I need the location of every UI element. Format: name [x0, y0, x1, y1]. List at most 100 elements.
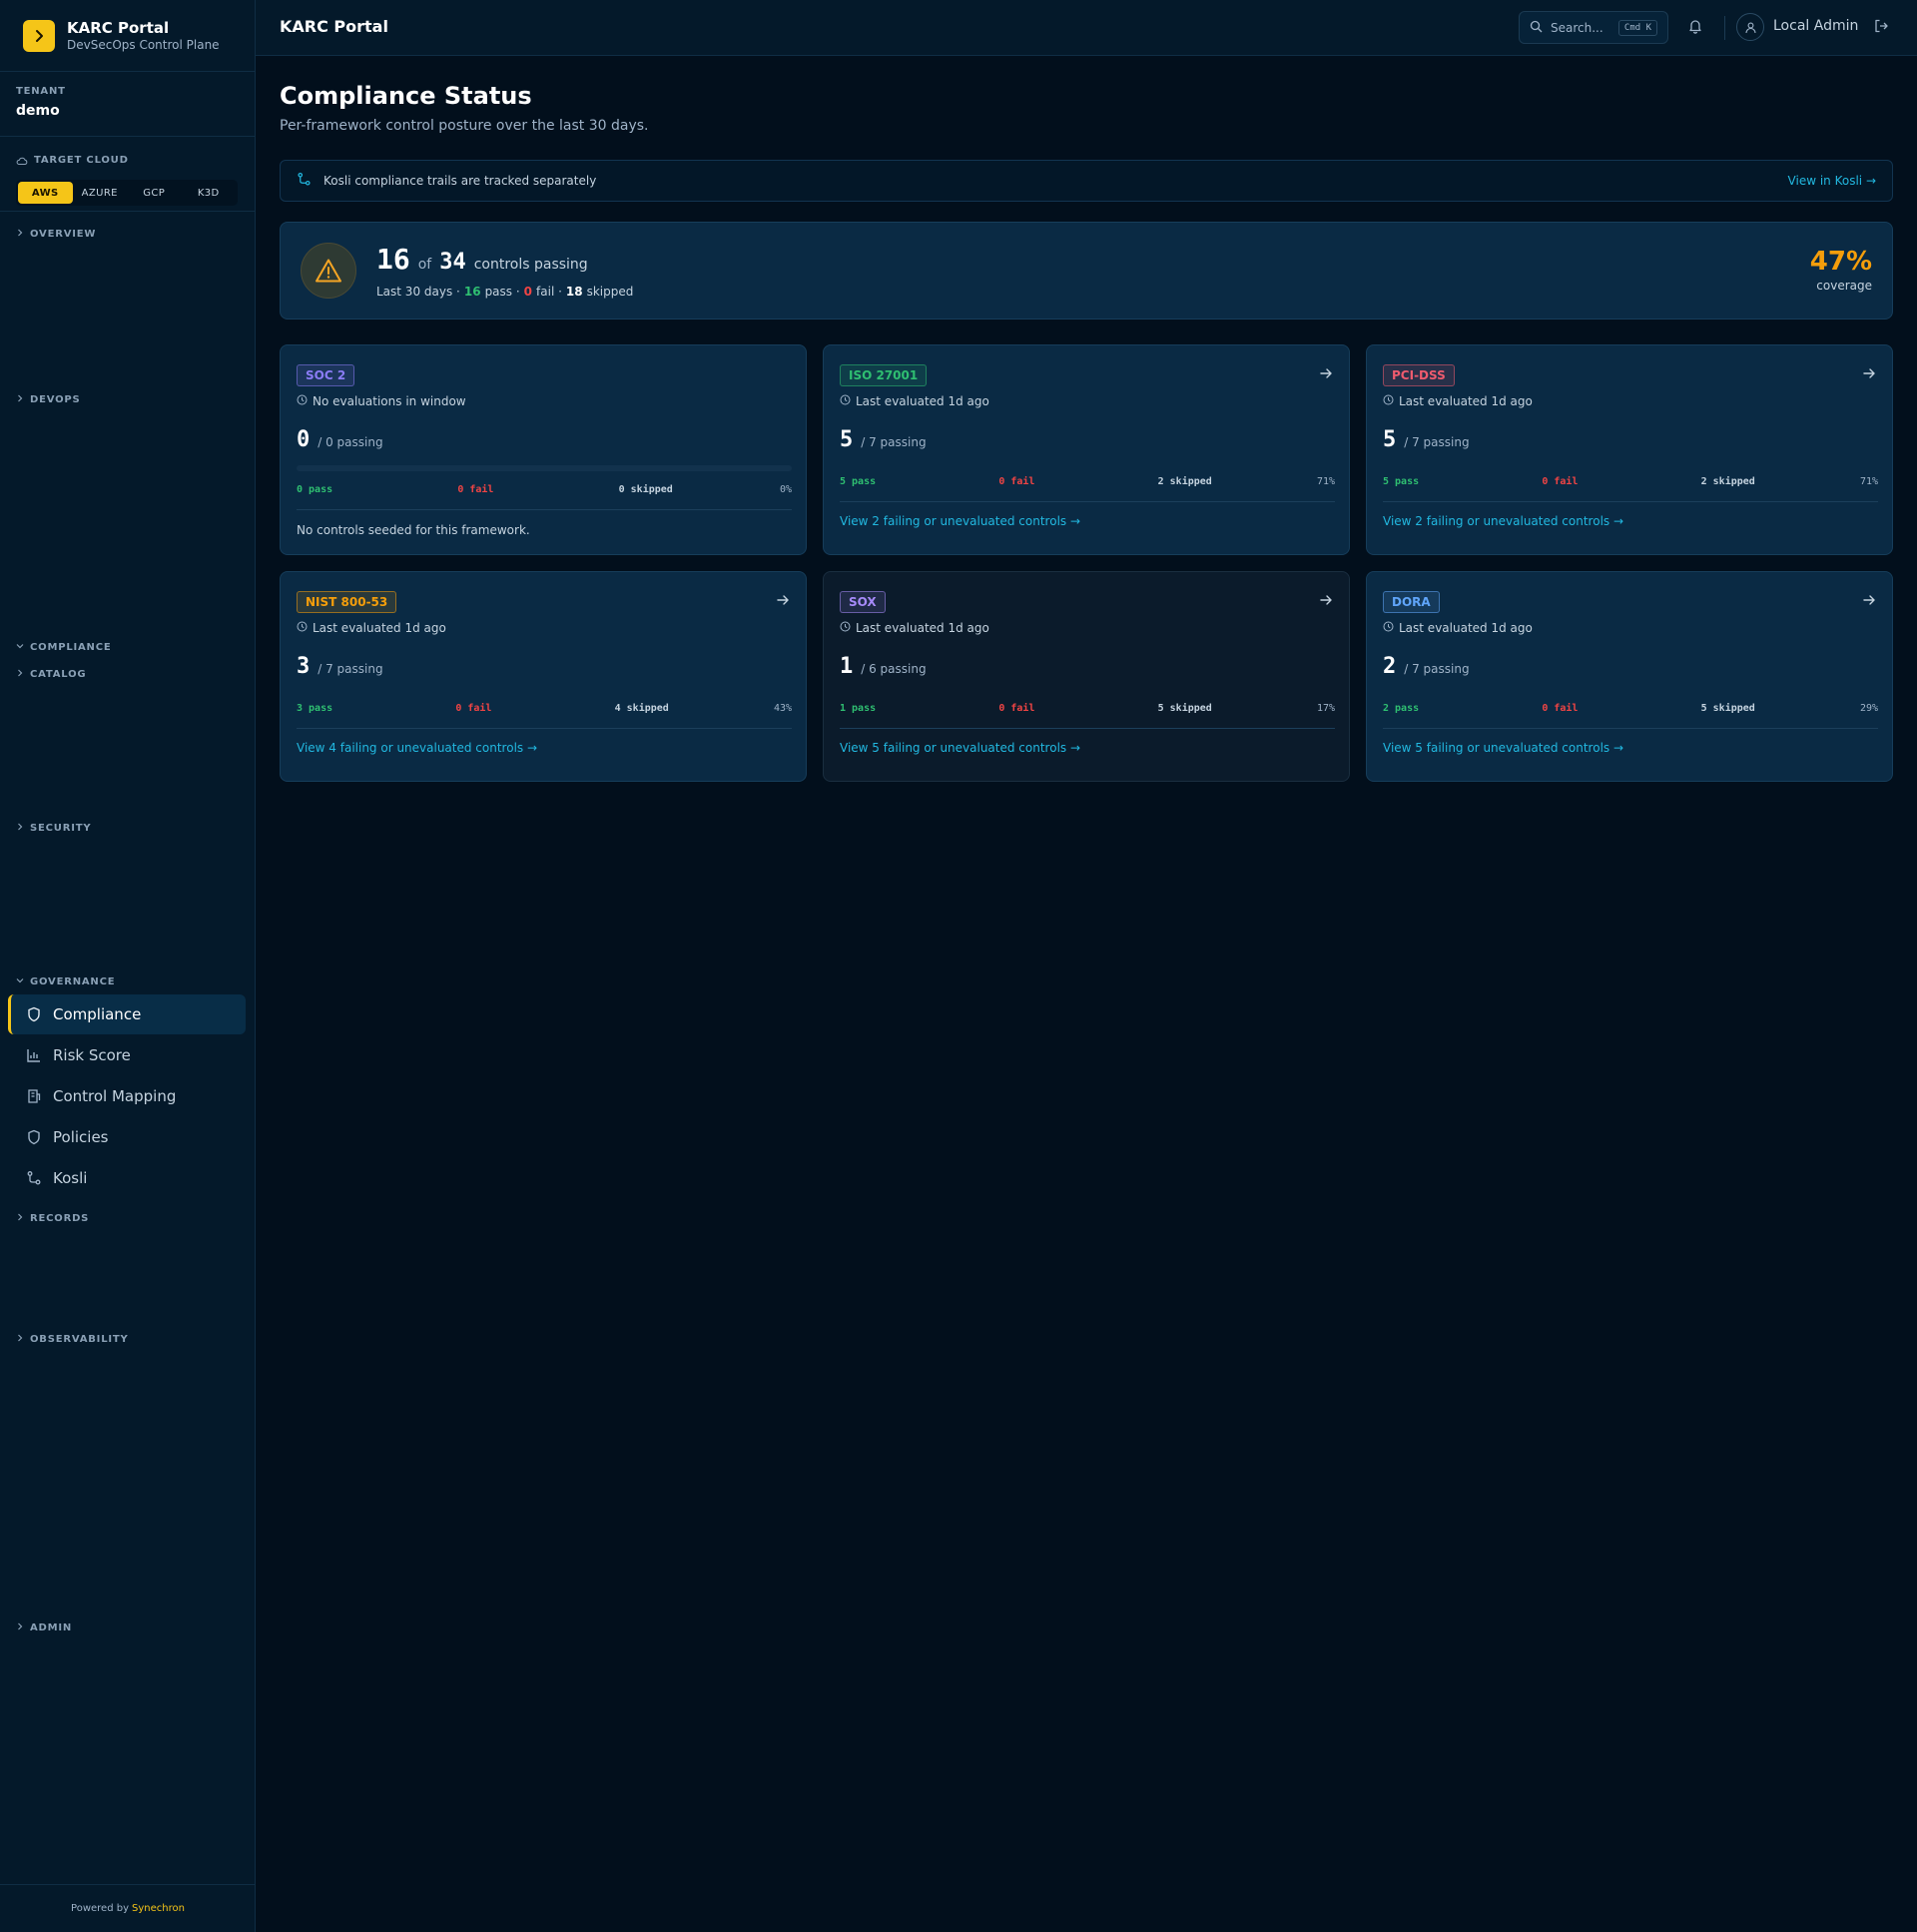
- arrow-right-icon[interactable]: [1862, 592, 1876, 611]
- framework-percent: 43%: [773, 703, 792, 714]
- clock-icon: [1383, 394, 1394, 408]
- framework-badge: ISO 27001: [840, 364, 928, 386]
- framework-passing-number: 3: [297, 654, 311, 679]
- framework-card-pci-dss[interactable]: PCI-DSS Last evaluated 1d ago 5 / 7 pass…: [1366, 344, 1893, 555]
- framework-passing-label: / 7 passing: [1404, 662, 1470, 676]
- target-cloud-block: TARGET CLOUD AWS AZURE GCP K3D: [0, 137, 255, 212]
- page-subtitle: Per-framework control posture over the l…: [280, 118, 649, 134]
- notifications-bell-icon[interactable]: [1687, 18, 1703, 38]
- nav-section-compliance[interactable]: COMPLIANCE: [16, 642, 112, 653]
- view-failing-controls-link[interactable]: View 2 failing or unevaluated controls →: [840, 514, 1080, 528]
- framework-fail: 0 fail: [455, 703, 492, 714]
- clock-icon: [297, 621, 308, 635]
- framework-skipped: 0 skipped: [618, 484, 673, 495]
- cloud-icon: [16, 151, 28, 170]
- framework-passing-number: 5: [840, 427, 854, 452]
- nav-section-observability[interactable]: OBSERVABILITY: [16, 1334, 129, 1345]
- search-button[interactable]: Search... Cmd K: [1519, 11, 1668, 44]
- framework-card-iso27001[interactable]: ISO 27001 Last evaluated 1d ago 5 / 7 pa…: [823, 344, 1350, 555]
- nav-section-catalog[interactable]: CATALOG: [16, 669, 86, 680]
- framework-divider: [840, 728, 1335, 729]
- framework-progress-bar: [297, 465, 792, 471]
- cloud-option-k3d[interactable]: K3D: [182, 182, 237, 204]
- nav-section-label: COMPLIANCE: [30, 642, 112, 653]
- chevron-right-icon: [16, 823, 24, 834]
- chevron-right-icon: [16, 669, 24, 680]
- framework-divider: [1383, 501, 1878, 502]
- nav-section-admin[interactable]: ADMIN: [16, 1622, 72, 1633]
- coverage-label: coverage: [1816, 279, 1872, 293]
- framework-percent: 29%: [1859, 703, 1878, 714]
- framework-passing-label: / 6 passing: [861, 662, 927, 676]
- framework-skipped: 2 skipped: [1157, 476, 1212, 487]
- logout-icon[interactable]: [1873, 18, 1889, 38]
- framework-stats: 1 pass 0 fail 5 skipped 17%: [840, 703, 1335, 714]
- view-failing-controls-link[interactable]: View 4 failing or unevaluated controls →: [297, 741, 537, 755]
- warning-triangle-icon: [301, 243, 356, 299]
- sidebar-item-risk-score[interactable]: Risk Score: [8, 1035, 246, 1075]
- summary-passing-count: 16: [376, 243, 410, 276]
- nav-section-devops[interactable]: DEVOPS: [16, 394, 81, 405]
- user-name[interactable]: Local Admin: [1773, 18, 1858, 34]
- framework-evaluated: Last evaluated 1d ago: [840, 394, 989, 408]
- bar-chart-icon: [25, 1046, 43, 1064]
- arrow-right-icon[interactable]: [1319, 592, 1333, 611]
- framework-passing-number: 1: [840, 654, 854, 679]
- topbar-title: KARC Portal: [280, 17, 388, 36]
- framework-card-soc2[interactable]: SOC 2 No evaluations in window 0 / 0 pas…: [280, 344, 807, 555]
- arrow-right-icon[interactable]: [776, 592, 790, 611]
- framework-count: 2 / 7 passing: [1383, 654, 1470, 679]
- framework-evaluated: Last evaluated 1d ago: [1383, 394, 1533, 408]
- sidebar-item-control-mapping[interactable]: Control Mapping: [8, 1076, 246, 1116]
- framework-passing-label: / 7 passing: [318, 662, 383, 676]
- nav-section-label: GOVERNANCE: [30, 976, 116, 987]
- framework-card-dora[interactable]: DORA Last evaluated 1d ago 2 / 7 passing…: [1366, 571, 1893, 782]
- view-failing-controls-link[interactable]: View 5 failing or unevaluated controls →: [1383, 741, 1623, 755]
- framework-badge: DORA: [1383, 591, 1440, 613]
- arrow-right-icon[interactable]: [1319, 365, 1333, 384]
- framework-fail: 0 fail: [1542, 476, 1579, 487]
- summary-window: Last 30 days ·: [376, 285, 460, 299]
- nav-section-overview[interactable]: OVERVIEW: [16, 229, 96, 240]
- framework-card-nist-800-53[interactable]: NIST 800-53 Last evaluated 1d ago 3 / 7 …: [280, 571, 807, 782]
- search-placeholder: Search...: [1551, 20, 1603, 35]
- view-in-kosli-link[interactable]: View in Kosli →: [1788, 174, 1876, 188]
- view-failing-controls-link[interactable]: View 2 failing or unevaluated controls →: [1383, 514, 1623, 528]
- sidebar-item-kosli[interactable]: Kosli: [8, 1158, 246, 1198]
- nav-section-governance[interactable]: GOVERNANCE: [16, 976, 115, 987]
- footer-company-link[interactable]: Synechron: [132, 1903, 185, 1914]
- cloud-option-aws[interactable]: AWS: [18, 182, 73, 204]
- view-failing-controls-link[interactable]: View 5 failing or unevaluated controls →: [840, 741, 1080, 755]
- sidebar-item-label: Risk Score: [53, 1046, 131, 1064]
- sidebar-item-policies[interactable]: Policies: [8, 1117, 246, 1157]
- framework-stats: 5 pass 0 fail 2 skipped 71%: [1383, 476, 1878, 487]
- framework-pass: 2 pass: [1383, 703, 1420, 714]
- coverage-block: 47% coverage: [1810, 247, 1872, 293]
- framework-passing-number: 0: [297, 427, 311, 452]
- topbar-divider: [1724, 16, 1725, 40]
- framework-skipped: 4 skipped: [614, 703, 669, 714]
- framework-card-sox[interactable]: SOX Last evaluated 1d ago 1 / 6 passing …: [823, 571, 1350, 782]
- git-branch-icon: [25, 1169, 43, 1187]
- sidebar-item-compliance[interactable]: Compliance: [8, 994, 246, 1034]
- framework-percent: 17%: [1316, 703, 1335, 714]
- sidebar-item-label: Compliance: [53, 1005, 142, 1023]
- framework-evaluated-text: Last evaluated 1d ago: [856, 394, 989, 408]
- framework-divider: [297, 728, 792, 729]
- brand[interactable]: KARC Portal DevSecOps Control Plane: [0, 0, 255, 72]
- clock-icon: [840, 394, 851, 408]
- framework-count: 5 / 7 passing: [840, 427, 927, 452]
- cloud-option-azure[interactable]: AZURE: [73, 182, 128, 204]
- nav-section-records[interactable]: RECORDS: [16, 1213, 89, 1224]
- summary-of-label: of: [417, 257, 432, 273]
- tenant-name: demo: [16, 103, 60, 119]
- nav-section-label: CATALOG: [30, 669, 87, 680]
- nav-section-label: OVERVIEW: [30, 229, 97, 240]
- arrow-right-icon[interactable]: [1862, 365, 1876, 384]
- nav-section-security[interactable]: SECURITY: [16, 823, 91, 834]
- git-branch-icon: [297, 172, 312, 190]
- user-avatar-icon[interactable]: [1736, 13, 1764, 41]
- framework-pass: 5 pass: [1383, 476, 1420, 487]
- framework-badge: SOC 2: [297, 364, 355, 386]
- cloud-option-gcp[interactable]: GCP: [127, 182, 182, 204]
